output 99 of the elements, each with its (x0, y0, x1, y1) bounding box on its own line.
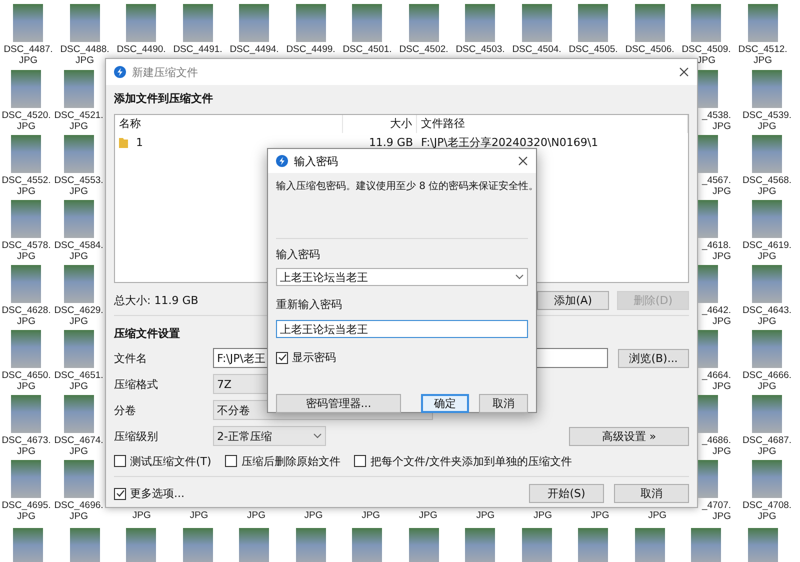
file-extension: JPG (17, 446, 36, 457)
field-label: 重新输入密码 (276, 298, 342, 311)
file-name: DSC_4628. (2, 305, 51, 316)
file-extension: JPG (418, 510, 438, 521)
file-extension: JPG (17, 381, 36, 392)
file-name: DSC_4578. (2, 240, 51, 251)
file-extension: JPG (17, 186, 36, 197)
file-name: DSC_4708. (742, 500, 792, 511)
file-extension: JPG (70, 251, 88, 262)
file-extension: JPG (758, 446, 776, 457)
section-heading: 添加文件到压缩文件 (114, 91, 213, 105)
table-cell-text: 1 (135, 136, 144, 148)
file-extension: JPG (754, 55, 772, 66)
file-name: DSC_4512. (738, 44, 788, 55)
file-name: DSC_4503. (456, 44, 505, 55)
file-name: DSC_4488. (60, 44, 110, 55)
file-name: DSC_4487. (4, 44, 53, 55)
file-name: DSC_4504. (512, 44, 562, 55)
file-name: DSC_4499. (286, 44, 336, 55)
file-extension: JPG (712, 251, 731, 262)
file-extension: JPG (758, 511, 776, 522)
file-extension: JPG (19, 55, 38, 66)
total-size: 总大小: 11.9 GB (114, 292, 198, 308)
file-extension: JPG (697, 55, 716, 66)
file-name: DSC_4584. (54, 240, 104, 251)
file-name: _4664. (702, 370, 731, 381)
file-name: DSC_4687. (742, 435, 792, 446)
file-extension: JPG (758, 316, 776, 327)
file-extension: JPG (758, 121, 776, 132)
file-name: DSC_4666. (742, 370, 792, 381)
file-extension: JPG (70, 381, 88, 392)
file-name: DSC_4553. (54, 175, 104, 186)
file-extension: JPG (758, 186, 776, 197)
file-extension: JPG (70, 121, 88, 132)
file-name: DSC_4643. (742, 305, 792, 316)
file-name: DSC_4501. (342, 44, 392, 55)
file-extension: JPG (712, 511, 731, 522)
file-name: DSC_4629. (54, 305, 104, 316)
file-extension: JPG (758, 251, 776, 262)
file-extension: JPG (303, 510, 324, 521)
field-label: 压缩级别 (114, 428, 159, 444)
file-name: DSC_4674. (54, 435, 104, 446)
table-cell-text: F:\JP\老王分享20240320\N0169\1 (420, 134, 600, 150)
file-name: DSC_4673. (2, 435, 51, 446)
file-name: DSC_4619. (742, 240, 792, 251)
file-extension: JPG (712, 121, 731, 132)
file-extension: JPG (532, 510, 553, 521)
file-extension: JPG (76, 55, 94, 66)
file-name: DSC_4695. (2, 500, 51, 511)
field-label: 压缩格式 (114, 376, 159, 392)
file-name: DSC_4505. (568, 44, 618, 55)
field-label: 文件名 (114, 350, 148, 366)
file-extension: JPG (188, 510, 210, 521)
file-name: DSC_4490. (116, 44, 166, 55)
file-name: DSC_4509. (682, 44, 731, 55)
file-name: DSC_4521. (54, 110, 104, 121)
file-name: DSC_4494. (230, 44, 279, 55)
file-extension: JPG (70, 316, 88, 327)
file-extension: JPG (712, 381, 731, 392)
file-name: DSC_4506. (625, 44, 674, 55)
field-label: 分卷 (114, 402, 137, 418)
file-extension: JPG (17, 316, 36, 327)
file-extension: JPG (70, 511, 88, 522)
file-extension: JPG (246, 510, 266, 521)
file-name: _4642. (702, 305, 731, 316)
file-name: _4538. (702, 110, 731, 121)
file-name: _4686. (702, 435, 731, 446)
window-title: 输入密码 (294, 154, 339, 168)
file-name: DSC_4552. (2, 175, 51, 186)
table-cell-text: 11.9 GB (368, 136, 414, 148)
file-extension: JPG (360, 510, 382, 521)
file-extension: JPG (70, 186, 88, 197)
file-name: _4618. (702, 240, 731, 251)
file-name: DSC_4650. (2, 370, 51, 381)
section-heading: 压缩文件设置 (114, 326, 180, 340)
file-name: DSC_4696. (54, 500, 104, 511)
file-name: DSC_4568. (742, 175, 792, 186)
field-label: 输入密码 (276, 248, 320, 261)
file-name: DSC_4520. (2, 110, 51, 121)
file-extension: JPG (17, 511, 36, 522)
file-extension: JPG (17, 251, 36, 262)
file-extension: JPG (712, 446, 731, 457)
file-name: DSC_4502. (399, 44, 448, 55)
file-extension: JPG (475, 510, 496, 521)
file-name: _4707. (702, 500, 731, 511)
file-extension: JPG (712, 316, 731, 327)
file-extension: JPG (712, 186, 731, 197)
file-name: DSC_4651. (54, 370, 104, 381)
file-extension: JPG (17, 121, 36, 132)
file-extension: JPG (131, 510, 152, 521)
hint-text: 输入压缩包密码。建议使用至少 8 位的密码来保证安全性。 (276, 180, 539, 193)
file-name: _4567. (702, 175, 731, 186)
file-extension: JPG (590, 510, 610, 521)
window-title: 新建压缩文件 (132, 64, 199, 80)
file-name: DSC_4491. (173, 44, 222, 55)
file-extension: JPG (758, 381, 776, 392)
file-extension: JPG (70, 446, 88, 457)
file-name: DSC_4539. (742, 110, 792, 121)
file-extension: JPG (647, 510, 668, 521)
